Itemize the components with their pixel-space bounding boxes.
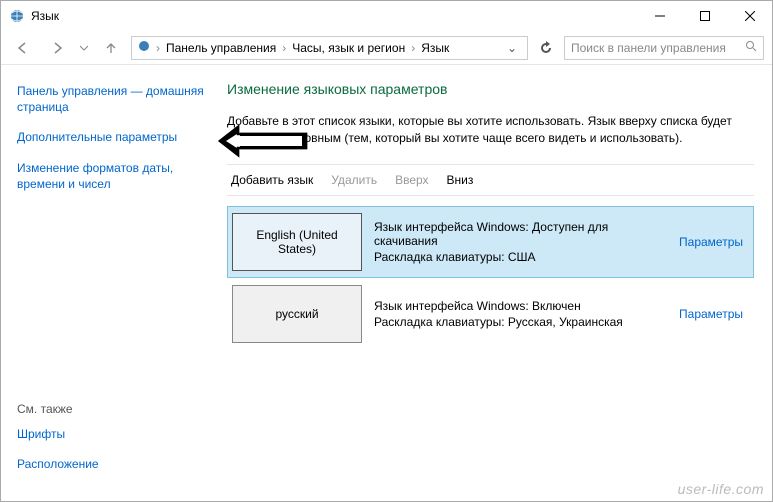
back-button[interactable] xyxy=(9,36,37,60)
sidebar-link-location[interactable]: Расположение xyxy=(17,456,211,472)
language-keyboard-layout: Раскладка клавиатуры: США xyxy=(374,250,667,264)
forward-button[interactable] xyxy=(43,36,71,60)
sidebar-link-formats[interactable]: Изменение форматов даты, времени и чисел xyxy=(17,160,211,192)
address-icon xyxy=(136,38,152,57)
toolbar: › Панель управления › Часы, язык и регио… xyxy=(1,31,772,65)
page-heading: Изменение языковых параметров xyxy=(227,81,754,97)
action-bar: Добавить язык Удалить Вверх Вниз xyxy=(227,164,754,196)
main-panel: Изменение языковых параметров Добавьте в… xyxy=(221,65,772,501)
address-dropdown[interactable]: ⌄ xyxy=(501,41,523,55)
see-also-heading: См. также xyxy=(17,402,211,416)
watermark: user-life.com xyxy=(678,481,764,497)
content-body: Панель управления — домашняя страница До… xyxy=(1,65,772,501)
language-keyboard-layout: Раскладка клавиатуры: Русская, Украинска… xyxy=(374,315,667,329)
chevron-right-icon: › xyxy=(409,41,417,55)
close-button[interactable] xyxy=(727,1,772,31)
search-icon xyxy=(745,40,757,55)
remove-button[interactable]: Удалить xyxy=(331,173,377,187)
chevron-right-icon: › xyxy=(280,41,288,55)
sidebar-link-fonts[interactable]: Шрифты xyxy=(17,426,211,442)
minimize-button[interactable] xyxy=(637,1,682,31)
move-down-button[interactable]: Вниз xyxy=(447,173,474,187)
chevron-right-icon: › xyxy=(154,41,162,55)
refresh-button[interactable] xyxy=(534,36,558,60)
breadcrumb-root[interactable]: Панель управления xyxy=(164,41,278,55)
sidebar-link-advanced[interactable]: Дополнительные параметры xyxy=(17,129,211,145)
titlebar: Язык xyxy=(1,1,772,31)
language-options-link[interactable]: Параметры xyxy=(679,285,749,343)
language-name: English (United States) xyxy=(232,213,362,271)
language-info: Язык интерфейса Windows: Включен Расклад… xyxy=(374,285,667,343)
language-name: русский xyxy=(232,285,362,343)
page-description: Добавьте в этот список языки, которые вы… xyxy=(227,113,754,148)
breadcrumb-leaf[interactable]: Язык xyxy=(419,41,451,55)
breadcrumb-mid[interactable]: Часы, язык и регион xyxy=(290,41,407,55)
language-display-status: Язык интерфейса Windows: Доступен для ск… xyxy=(374,220,667,248)
maximize-button[interactable] xyxy=(682,1,727,31)
language-info: Язык интерфейса Windows: Доступен для ск… xyxy=(374,213,667,271)
sidebar-link-home[interactable]: Панель управления — домашняя страница xyxy=(17,83,211,115)
window-buttons xyxy=(637,1,772,31)
search-placeholder: Поиск в панели управления xyxy=(571,41,726,55)
history-dropdown[interactable] xyxy=(77,36,91,60)
address-bar[interactable]: › Панель управления › Часы, язык и регио… xyxy=(131,36,528,60)
window-icon xyxy=(9,8,25,24)
language-display-status: Язык интерфейса Windows: Включен xyxy=(374,299,667,313)
language-options-link[interactable]: Параметры xyxy=(679,213,749,271)
search-input[interactable]: Поиск в панели управления xyxy=(564,36,764,60)
up-button[interactable] xyxy=(97,36,125,60)
sidebar: Панель управления — домашняя страница До… xyxy=(1,65,221,501)
window-title: Язык xyxy=(31,9,59,23)
language-row[interactable]: English (United States) Язык интерфейса … xyxy=(227,206,754,278)
language-row[interactable]: русский Язык интерфейса Windows: Включен… xyxy=(227,278,754,350)
move-up-button[interactable]: Вверх xyxy=(395,173,428,187)
add-language-button[interactable]: Добавить язык xyxy=(231,173,313,187)
